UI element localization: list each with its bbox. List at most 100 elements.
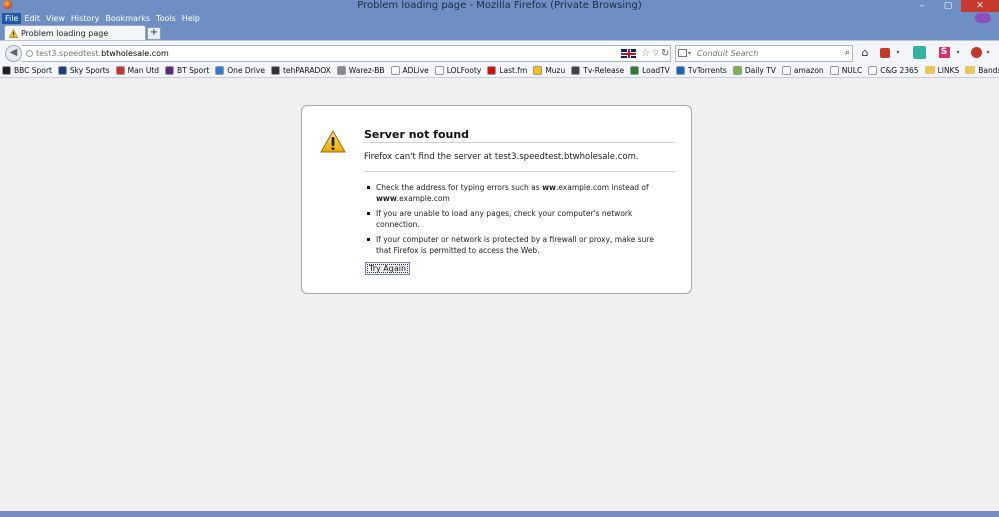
bookmark-label: ADLive (402, 65, 429, 75)
page-icon (390, 65, 400, 75)
bookmark-item[interactable]: NULC (829, 65, 863, 75)
bt-icon (165, 65, 175, 75)
tab-strip: Problem loading page + (0, 24, 999, 41)
menu-edit[interactable]: Edit (21, 13, 43, 24)
globe-icon (26, 50, 33, 57)
error-description: Firefox can't find the server at test3.s… (364, 152, 639, 162)
extension-button[interactable] (912, 45, 926, 60)
loadtv-icon (630, 65, 640, 75)
bookmark-label: NULC (841, 65, 863, 75)
windows-icon (215, 65, 225, 75)
s-extension-icon: S (938, 47, 950, 58)
bookmark-item[interactable]: BBC Sport (2, 65, 52, 75)
extension-icon (912, 46, 926, 59)
bookmark-item[interactable]: Bands (965, 66, 999, 75)
suggestion-text: .example.com instead of (555, 183, 649, 192)
emphasis-ww: ww (542, 183, 556, 192)
maximize-button[interactable]: ▢ (935, 0, 961, 12)
addon-button[interactable] (879, 45, 891, 60)
new-tab-button[interactable]: + (147, 27, 161, 40)
minimize-button[interactable]: – (909, 0, 935, 12)
bookmark-label: LINKS (937, 65, 960, 75)
addon-caret-icon[interactable]: ▾ (894, 45, 902, 60)
bookmark-label: Daily TV (744, 65, 776, 75)
lastfm-icon (487, 65, 497, 75)
bookmark-label: BT Sport (177, 65, 210, 75)
tvrelease-icon (571, 65, 581, 75)
bookmark-star-icon[interactable]: ☆ (641, 46, 650, 61)
search-engine-icon[interactable] (678, 49, 687, 57)
abp-button[interactable] (970, 45, 982, 60)
bbc-icon (2, 65, 11, 75)
back-button[interactable]: ◀ (5, 45, 22, 62)
home-button[interactable]: ⌂ (858, 45, 872, 60)
bookmark-item[interactable]: LINKS (924, 65, 960, 75)
warning-icon (320, 130, 346, 153)
nulc-icon (829, 65, 839, 75)
bookmark-item[interactable]: tehPARADOX (270, 65, 331, 75)
bookmarks-toolbar: BBC Sport Sky Sports Man Utd BT Sport One Dr… (0, 63, 999, 78)
bookmark-item[interactable]: Man Utd (115, 65, 160, 75)
bookmark-item[interactable]: C&G 2365 (868, 65, 919, 75)
suggestion-item: If you are unable to load any pages, che… (364, 208, 664, 230)
menu-file[interactable]: File (2, 13, 22, 24)
divider (364, 171, 675, 172)
bookmark-item[interactable]: LoadTV (630, 65, 670, 75)
bookmark-item[interactable]: BT Sport (165, 65, 210, 75)
menu-view[interactable]: View (43, 13, 68, 24)
bookmark-item[interactable]: ADLive (390, 65, 429, 75)
bookmark-item[interactable]: amazon (781, 65, 824, 75)
tab-problem-loading[interactable]: Problem loading page (4, 25, 146, 41)
bookmark-label: Man Utd (127, 65, 160, 75)
bookmark-item[interactable]: Warez-BB (336, 65, 385, 75)
bookmark-item[interactable]: LOLFooty (434, 65, 481, 75)
search-engine-caret-icon[interactable]: ▾ (688, 46, 691, 61)
bookmark-item[interactable]: Tv-Release (571, 65, 625, 75)
amazon-icon (781, 65, 791, 75)
navigation-bar: ◀ test3.speedtest.btwholesale.com ☆ ▽ ↻ … (0, 40, 999, 64)
divider (364, 142, 675, 143)
title-bar: Problem loading page - Mozilla Firefox (… (0, 0, 999, 13)
bookmark-label: LoadTV (642, 65, 670, 75)
bookmark-label: BBC Sport (14, 65, 52, 75)
muzu-icon (533, 65, 543, 75)
bookmark-item[interactable]: Sky Sports (57, 65, 110, 75)
url-text[interactable]: test3.speedtest.btwholesale.com (36, 46, 169, 61)
private-browsing-icon (975, 13, 991, 23)
error-suggestions: Check the address for typing errors such… (364, 182, 664, 260)
emphasis-www: www (376, 194, 397, 203)
menu-history[interactable]: History (68, 13, 102, 24)
bookmark-label: Tv-Release (583, 65, 625, 75)
search-bar[interactable]: ▾ ⌕ (675, 45, 853, 62)
try-again-button[interactable]: Try Again (365, 262, 410, 275)
search-icon[interactable]: ⌕ (845, 46, 850, 61)
bookmark-item[interactable]: TvTorrents (675, 65, 727, 75)
close-button[interactable]: ✕ (961, 0, 999, 12)
bookmark-label: Bands (978, 65, 999, 75)
bookmark-item[interactable]: One Drive (215, 65, 265, 75)
menu-help[interactable]: Help (179, 13, 203, 24)
menu-bookmarks[interactable]: Bookmarks (102, 13, 153, 24)
bookmark-item[interactable]: Muzu (533, 65, 565, 75)
bookmark-label: Last.fm (499, 65, 528, 75)
suggestion-text: .example.com (396, 194, 450, 203)
bookmark-item[interactable]: Last.fm (487, 65, 528, 75)
url-domain: btwholesale.com (101, 49, 169, 58)
reload-icon[interactable]: ↻ (661, 46, 669, 61)
sky-icon (57, 65, 67, 75)
history-dropdown-icon[interactable]: ▽ (653, 46, 658, 61)
abp-caret-icon[interactable]: ▾ (984, 45, 992, 60)
tvtorrents-icon (675, 65, 685, 75)
bookmark-item[interactable]: Daily TV (732, 65, 776, 75)
folder-icon (924, 66, 935, 74)
menu-bar: File Edit View History Bookmarks Tools H… (2, 13, 204, 24)
uk-flag-icon[interactable] (621, 49, 636, 58)
bookmark-label: tehPARADOX (282, 65, 331, 75)
s-extension-button[interactable]: S (938, 45, 950, 60)
window-controls: – ▢ ✕ (909, 0, 999, 12)
bookmark-label: Sky Sports (69, 65, 110, 75)
url-bar[interactable]: test3.speedtest.btwholesale.com ☆ ▽ ↻ (22, 45, 671, 62)
menu-tools[interactable]: Tools (153, 13, 179, 24)
s-extension-caret-icon[interactable]: ▾ (954, 45, 962, 60)
search-input[interactable] (697, 46, 827, 61)
